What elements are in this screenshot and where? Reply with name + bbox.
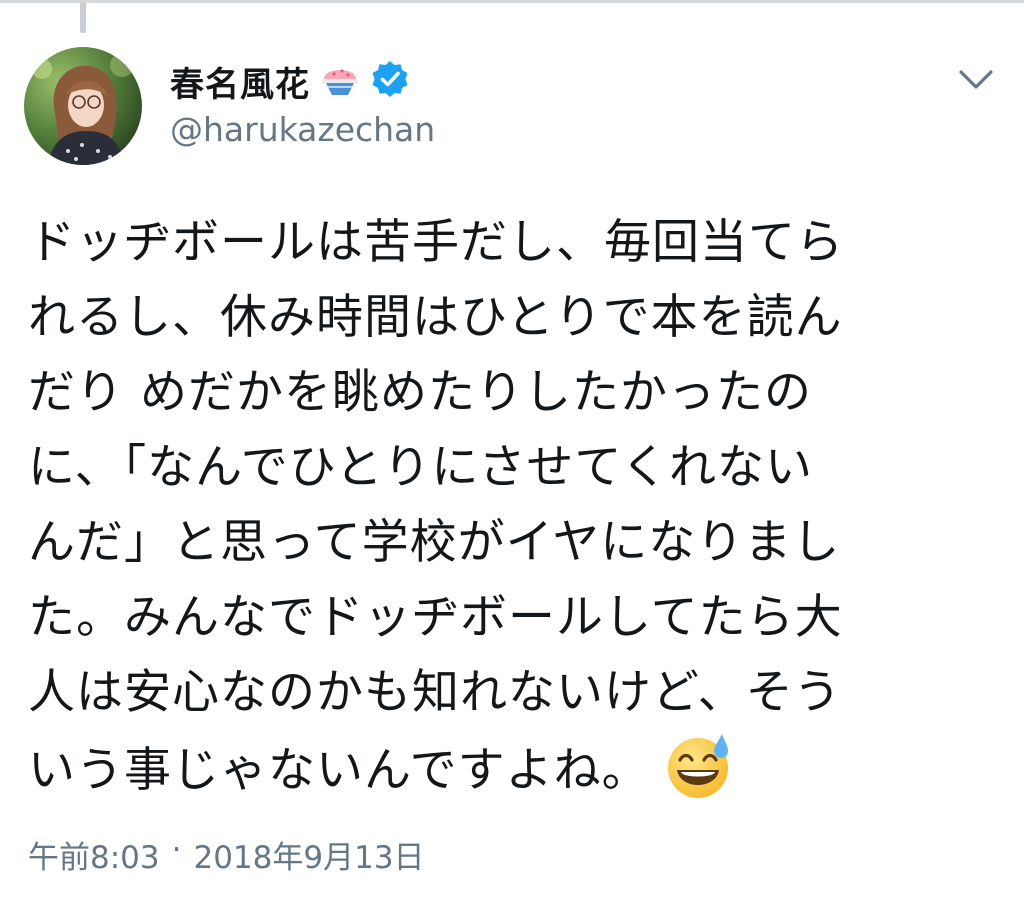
tweet-text-line: んだ」と思って学校がイヤになりまし (28, 515, 841, 570)
avatar-photo-icon (24, 47, 142, 165)
tweet-text-line: いう事じゃないんですよね。 (28, 743, 650, 798)
tweet-date: 2018年9月13日 (193, 840, 425, 876)
tweet-text: ドッヂボールは苦手だし、毎回当てら れるし、休み時間はひとりで本を読ん だり め… (28, 205, 1008, 808)
tweet-text-line: た。みんなでドッヂボールしてたら大 (28, 590, 843, 645)
author-name-row[interactable]: 春名風花 (170, 57, 410, 106)
tweet-time: 午前8:03 (28, 840, 160, 876)
tweet-detail: 春名風花 @harukazechan ドッヂボールは苦手だし、毎回当てら れるし… (0, 0, 1024, 905)
top-divider (0, 0, 1024, 3)
tweet-text-last-line: いう事じゃないんですよね。 (28, 730, 1008, 808)
shaved-ice-icon (318, 57, 362, 105)
chevron-down-icon (959, 70, 993, 89)
display-name[interactable]: 春名風花 (170, 57, 310, 106)
tweet-text-line: 人は安心なのかも知れないけど、そう (28, 665, 842, 720)
tweet-timestamp[interactable]: 午前8:03 · 2018年9月13日 (28, 832, 425, 877)
more-options-button[interactable] (952, 60, 1000, 100)
tweet-text-line: だり めだかを眺めたりしたかったの (28, 365, 812, 420)
tweet-text-line: に、「なんでひとりにさせてくれない (28, 440, 813, 495)
tweet-text-line: ドッヂボールは苦手だし、毎回当てら (28, 215, 844, 270)
username-handle[interactable]: @harukazechan (170, 110, 435, 149)
meta-separator: · (171, 832, 182, 868)
grinning-face-with-sweat-icon (664, 730, 734, 800)
tweet-text-line: れるし、休み時間はひとりで本を読ん (28, 290, 843, 345)
verified-badge-icon (370, 59, 410, 103)
avatar[interactable] (24, 47, 142, 165)
thread-connector-line (80, 3, 86, 33)
